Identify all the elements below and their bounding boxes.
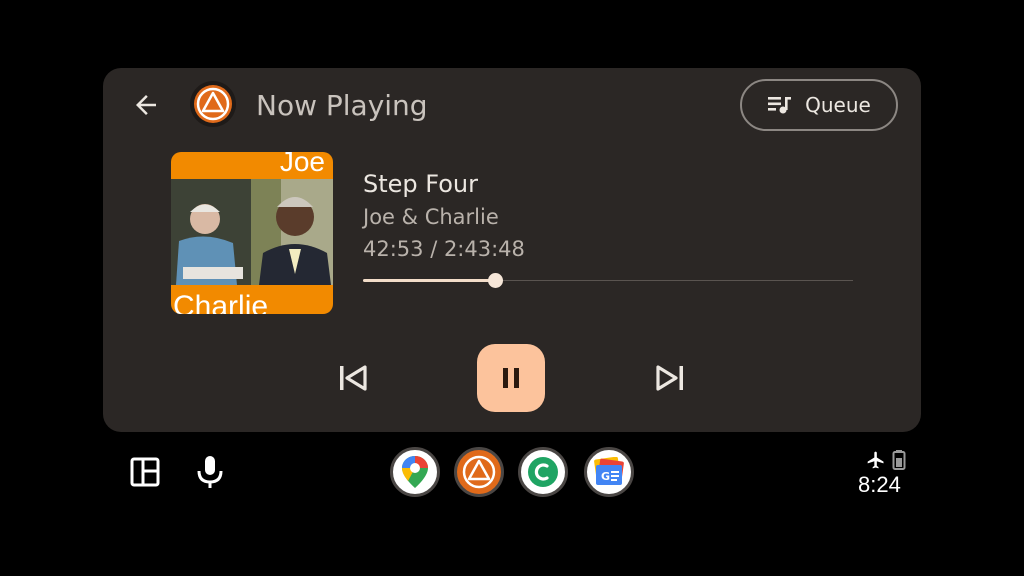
google-news-icon: G [594,457,624,485]
chat-app-button[interactable] [518,447,568,497]
skip-next-button[interactable] [650,358,690,398]
google-maps-icon [402,456,428,488]
svg-text:G: G [601,470,610,483]
skip-previous-button[interactable] [333,358,373,398]
skip-next-icon [656,365,683,391]
microphone-icon [197,456,223,488]
battery-icon [892,450,906,470]
seek-progress [363,279,496,282]
back-button[interactable] [131,90,161,120]
arrow-back-icon [136,95,156,115]
queue-button[interactable]: Queue [740,79,898,131]
album-art: Joe Charlie [171,152,333,314]
dashboard-icon [130,457,160,487]
album-text-top: Joe [279,152,325,177]
queue-music-icon [768,97,792,114]
album-photo-left [171,179,251,285]
podcast-app-button[interactable] [454,447,504,497]
google-news-app-button[interactable]: G [584,447,634,497]
pause-button[interactable] [477,344,545,412]
dashboard-button[interactable] [130,457,160,487]
skip-previous-icon [340,365,367,391]
track-time: 42:53 / 2:43:48 [363,237,525,261]
seek-bar[interactable] [363,273,853,289]
album-text-bottom: Charlie [173,290,269,314]
seek-thumb[interactable] [488,273,504,288]
chat-app-icon [528,457,558,487]
podcast-app-icon [462,455,496,489]
voice-assistant-button[interactable] [196,455,224,489]
podcast-app-icon [194,85,232,123]
album-photo-right [251,179,333,285]
status-icons [862,450,910,474]
google-maps-app-button[interactable] [390,447,440,497]
track-artist: Joe & Charlie [363,205,499,229]
status-clock: 8:24 [858,472,901,497]
queue-label: Queue [805,93,871,117]
podcast-app-logo [190,81,236,127]
page-title: Now Playing [256,89,428,122]
track-title: Step Four [363,170,478,198]
airplane-icon [868,451,884,469]
pause-icon [503,368,519,388]
